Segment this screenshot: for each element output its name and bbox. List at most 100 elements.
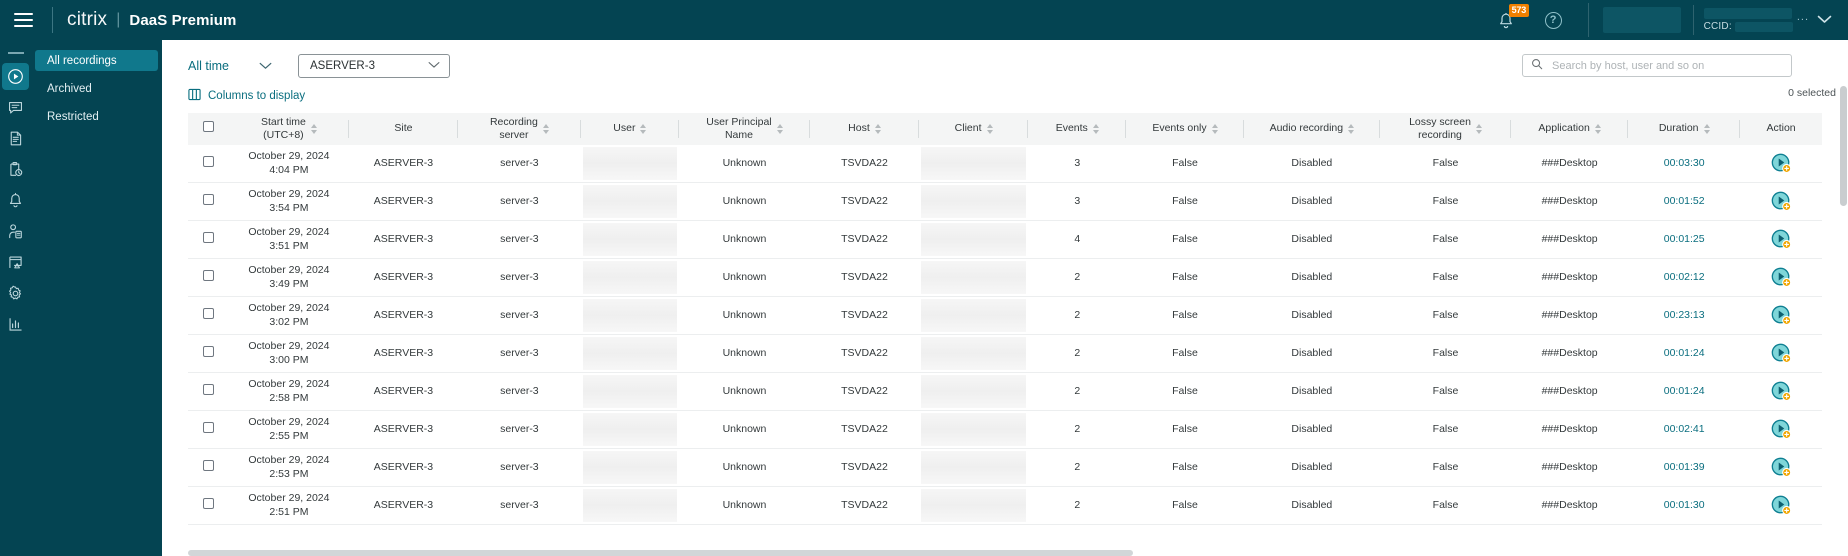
sort-lossy[interactable] (1475, 124, 1482, 134)
sort-start-time[interactable] (310, 124, 317, 134)
sidebar-item-monitoring[interactable] (2, 249, 29, 276)
row-checkbox[interactable] (202, 459, 214, 471)
sidebar-item-scheduled[interactable] (2, 156, 29, 183)
search-box[interactable]: Search by host, user and so on (1522, 54, 1792, 77)
row-checkbox[interactable] (202, 231, 214, 243)
table-row[interactable]: October 29, 2024 3:00 PM ASERVER-3 server… (188, 334, 1822, 373)
cell-host: TSVDA22 (809, 486, 920, 525)
sort-host[interactable] (874, 124, 881, 134)
row-checkbox[interactable] (202, 307, 214, 319)
play-recording-button[interactable] (1771, 343, 1792, 364)
cell-action (1740, 372, 1822, 411)
row-checkbox[interactable] (202, 269, 214, 281)
sort-duration[interactable] (1703, 124, 1710, 134)
columns-to-display-button[interactable]: Columns to display (188, 88, 305, 104)
sidebar-item-all-recordings[interactable]: All recordings (35, 50, 158, 71)
sort-client[interactable] (986, 124, 993, 134)
column-events[interactable]: Events (1028, 113, 1127, 145)
monitor-warning-icon (9, 256, 22, 268)
sort-events[interactable] (1092, 124, 1099, 134)
cell-action (1740, 258, 1822, 297)
column-recording-server[interactable]: Recording server (458, 113, 581, 145)
sidebar-item-restricted[interactable]: Restricted (35, 106, 158, 127)
sidebar-item-settings[interactable] (2, 280, 29, 307)
account-region[interactable]: CCID: ... (1602, 0, 1848, 40)
sort-events-only[interactable] (1211, 124, 1218, 134)
table-row[interactable]: October 29, 2024 2:55 PM ASERVER-3 server… (188, 410, 1822, 449)
vertical-scrollbar-thumb[interactable] (1840, 86, 1847, 206)
column-lossy-screen-recording[interactable]: Lossy screen recording (1380, 113, 1511, 145)
table-row[interactable]: October 29, 2024 3:54 PM ASERVER-3 server… (188, 182, 1822, 221)
chevron-down-icon[interactable] (1817, 11, 1832, 29)
sidebar-item-analytics[interactable] (2, 311, 29, 338)
time-range-filter[interactable]: All time (188, 59, 272, 73)
sidebar-item-reports[interactable] (2, 125, 29, 152)
account-overflow-dots[interactable]: ... (1797, 11, 1809, 23)
row-checkbox[interactable] (202, 383, 214, 395)
column-application[interactable]: Application (1510, 113, 1629, 145)
sort-application[interactable] (1594, 124, 1601, 134)
play-recording-button[interactable] (1771, 305, 1792, 326)
sidebar-item-recordings[interactable] (2, 62, 29, 90)
redacted-user-value (582, 147, 677, 180)
help-question-icon[interactable]: ? (1544, 11, 1562, 29)
sort-user[interactable] (640, 124, 647, 134)
horizontal-scrollbar-thumb[interactable] (188, 550, 1134, 556)
column-user-principal-name[interactable]: User Principal Name (678, 113, 810, 145)
play-recording-button[interactable] (1771, 495, 1792, 516)
column-duration-label: Duration (1658, 122, 1699, 135)
column-host[interactable]: Host (809, 113, 920, 145)
play-recording-button[interactable] (1771, 229, 1792, 250)
sort-audio[interactable] (1348, 124, 1355, 134)
cell-start-time: October 29, 2024 3:49 PM (228, 258, 349, 297)
column-start-time[interactable]: Start time (UTC+8) (228, 113, 349, 145)
play-recording-button[interactable] (1771, 457, 1792, 478)
cell-audio-recording: Disabled (1243, 220, 1381, 259)
sort-recording-server[interactable] (542, 124, 549, 134)
sidebar-item-users[interactable] (2, 218, 29, 245)
column-action-label: Action (1766, 122, 1796, 135)
horizontal-scrollbar[interactable] (188, 550, 1818, 556)
column-events-only[interactable]: Events only (1126, 113, 1244, 145)
table-row[interactable]: October 29, 2024 2:53 PM ASERVER-3 server… (188, 448, 1822, 487)
sidebar-item-messages[interactable] (2, 94, 29, 121)
column-audio-recording[interactable]: Audio recording (1243, 113, 1381, 145)
table-row[interactable]: October 29, 2024 2:58 PM ASERVER-3 server… (188, 372, 1822, 411)
sidebar-item-alerts[interactable] (2, 187, 29, 214)
hamburger-line (13, 25, 33, 27)
play-recording-button[interactable] (1771, 191, 1792, 212)
cell-site: ASERVER-3 (348, 258, 459, 297)
play-recording-button[interactable] (1771, 419, 1792, 440)
row-checkbox[interactable] (202, 345, 214, 357)
vertical-scrollbar[interactable] (1840, 86, 1847, 548)
sidebar-item-archived[interactable]: Archived (35, 78, 158, 99)
cell-duration: 00:03:30 (1628, 145, 1741, 183)
table-row[interactable]: October 29, 2024 3:51 PM ASERVER-3 server… (188, 220, 1822, 259)
column-site[interactable]: Site (348, 113, 459, 145)
column-user[interactable]: User (580, 113, 680, 145)
notifications-button[interactable]: 573 (1497, 4, 1530, 33)
play-recording-button[interactable] (1771, 153, 1792, 174)
row-checkbox[interactable] (202, 193, 214, 205)
column-recording-server-label: Recording server (489, 115, 538, 141)
recording-server-select[interactable]: ASERVER-3 (297, 54, 450, 78)
table-row[interactable]: October 29, 2024 2:51 PM ASERVER-3 server… (188, 486, 1822, 525)
cell-user (580, 145, 679, 183)
product-name: DaaS Premium (129, 11, 237, 29)
select-all-checkbox[interactable] (202, 121, 214, 133)
row-checkbox[interactable] (202, 421, 214, 433)
column-client[interactable]: Client (919, 113, 1029, 145)
search-input[interactable]: Search by host, user and so on (1552, 60, 1704, 72)
column-duration[interactable]: Duration (1628, 113, 1741, 145)
sort-upn[interactable] (776, 124, 783, 134)
table-row[interactable]: October 29, 2024 3:49 PM ASERVER-3 server… (188, 258, 1822, 297)
table-row[interactable]: October 29, 2024 4:04 PM ASERVER-3 server… (188, 145, 1822, 183)
hamburger-menu-icon[interactable] (2, 0, 44, 40)
table-row[interactable]: October 29, 2024 3:02 PM ASERVER-3 server… (188, 296, 1822, 335)
play-recording-button[interactable] (1771, 267, 1792, 288)
row-checkbox[interactable] (202, 155, 214, 167)
citrix-logo[interactable]: citrix (67, 9, 107, 31)
play-recording-button[interactable] (1771, 381, 1792, 402)
row-checkbox[interactable] (202, 497, 214, 509)
cell-user (580, 448, 679, 487)
